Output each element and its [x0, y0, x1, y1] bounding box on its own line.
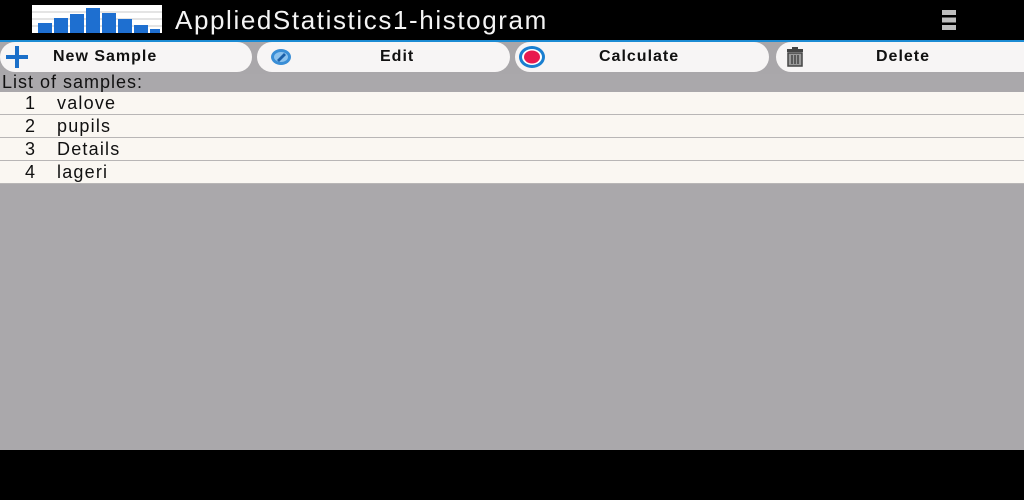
sample-index: 4	[25, 162, 37, 182]
samples-list-header: List of samples:	[2, 72, 144, 92]
list-item[interactable]: 3 Details	[0, 138, 1024, 161]
list-item[interactable]: 4 lageri	[0, 161, 1024, 184]
delete-button[interactable]: Delete	[776, 42, 1024, 72]
sample-name: valove	[57, 93, 117, 113]
bottom-bar	[0, 450, 1024, 500]
samples-list: 1 valove 2 pupils 3 Details 4 lageri	[0, 92, 1024, 184]
edit-label: Edit	[380, 48, 415, 65]
list-item[interactable]: 1 valove	[0, 92, 1024, 115]
list-item[interactable]: 2 pupils	[0, 115, 1024, 138]
plus-icon	[6, 46, 28, 68]
new-sample-label: New Sample	[53, 48, 158, 65]
sample-name: Details	[57, 139, 121, 159]
histogram-icon	[32, 5, 162, 33]
trash-icon	[784, 46, 806, 68]
sample-name: pupils	[57, 116, 112, 136]
delete-label: Delete	[876, 48, 931, 65]
new-sample-button[interactable]: New Sample	[0, 42, 252, 72]
samples-panel: List of samples: 1 valove 2 pupils 3 Det…	[0, 72, 1024, 450]
toolbar: New Sample Edit Calculate Delete	[0, 42, 1024, 74]
sample-name: lageri	[57, 162, 109, 182]
target-icon	[518, 45, 546, 69]
calculate-button[interactable]: Calculate	[515, 42, 769, 72]
overflow-menu-icon[interactable]	[938, 9, 960, 31]
title-bar: AppliedStatistics1-histogram	[0, 0, 1024, 40]
app-title: AppliedStatistics1-histogram	[175, 5, 548, 35]
sample-index: 2	[25, 116, 37, 136]
edit-button[interactable]: Edit	[257, 42, 510, 72]
pencil-icon	[270, 46, 292, 68]
calculate-label: Calculate	[599, 48, 680, 65]
sample-index: 3	[25, 139, 37, 159]
sample-index: 1	[25, 93, 37, 113]
